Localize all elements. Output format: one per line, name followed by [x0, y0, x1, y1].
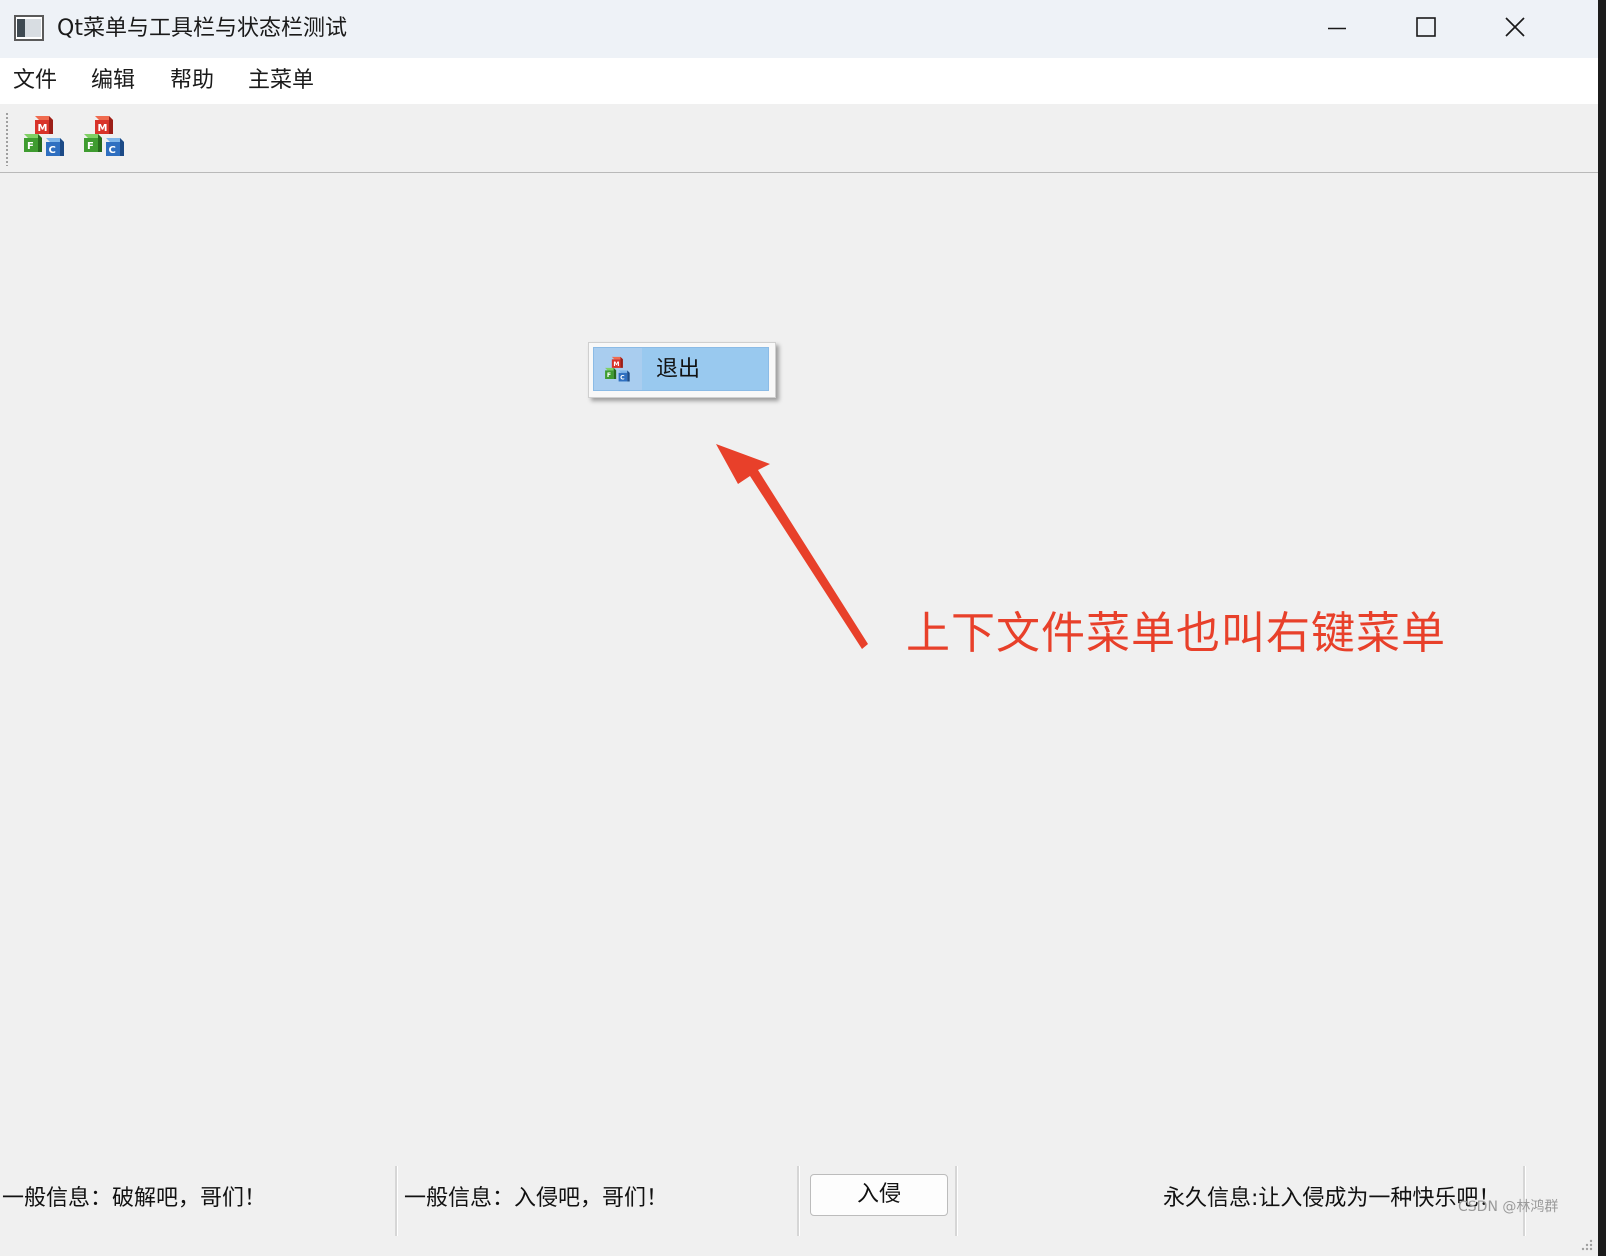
- invade-button[interactable]: 入侵: [810, 1174, 948, 1216]
- maximize-icon: [1416, 17, 1436, 37]
- svg-text:C: C: [620, 375, 625, 382]
- status-separator: [395, 1166, 398, 1236]
- central-widget[interactable]: [0, 173, 1598, 1193]
- svg-text:M: M: [613, 361, 619, 368]
- app-window-icon: [14, 15, 44, 41]
- resize-grip-icon[interactable]: [1578, 1236, 1594, 1252]
- main-window: Qt菜单与工具栏与状态栏测试 文件 编辑 帮助 主菜单 M F C M F C …: [0, 0, 1598, 1256]
- svg-text:C: C: [49, 145, 56, 156]
- status-message-1: 一般信息：破解吧，哥们！: [2, 1186, 267, 1211]
- mfc-cube-icon: M F C: [605, 356, 630, 382]
- status-separator: [955, 1166, 958, 1236]
- mfc-cube-icon: M F C: [84, 116, 124, 156]
- menu-main[interactable]: 主菜单: [248, 66, 314, 96]
- title-bar[interactable]: Qt菜单与工具栏与状态栏测试: [0, 0, 1598, 58]
- svg-text:M: M: [98, 123, 108, 134]
- mfc-cube-icon: M F C: [24, 116, 64, 156]
- status-permanent-message: 永久信息:让入侵成为一种快乐吧！: [1163, 1186, 1501, 1211]
- minimize-icon: [1328, 27, 1346, 30]
- context-menu-item-exit[interactable]: M F C 退出: [593, 347, 769, 391]
- menu-edit[interactable]: 编辑: [91, 66, 135, 96]
- svg-text:F: F: [607, 372, 611, 379]
- window-edge: [1598, 0, 1606, 1256]
- context-menu-icon-column: M F C: [594, 348, 642, 390]
- toolbar-grip-handle[interactable]: [5, 112, 9, 166]
- toolbar-button-1[interactable]: M F C: [19, 113, 71, 165]
- minimize-button[interactable]: [1293, 0, 1381, 58]
- context-menu: M F C 退出: [588, 342, 776, 398]
- status-separator: [797, 1166, 800, 1236]
- maximize-button[interactable]: [1382, 0, 1470, 58]
- svg-text:F: F: [27, 141, 34, 152]
- menu-help[interactable]: 帮助: [170, 66, 214, 96]
- window-title: Qt菜单与工具栏与状态栏测试: [57, 16, 347, 41]
- svg-text:C: C: [109, 145, 116, 156]
- svg-text:F: F: [87, 141, 94, 152]
- menu-file[interactable]: 文件: [13, 66, 57, 96]
- close-button[interactable]: [1471, 0, 1559, 58]
- close-icon: [1505, 17, 1525, 37]
- annotation-arrow-icon: [716, 444, 868, 649]
- menu-bar: 文件 编辑 帮助 主菜单: [0, 58, 1598, 104]
- watermark: CSDN @林鸿群: [1458, 1199, 1559, 1215]
- status-bar: 一般信息：破解吧，哥们！ 一般信息：入侵吧，哥们！ 入侵 永久信息:让入侵成为一…: [0, 1166, 1598, 1256]
- toolbar-button-2[interactable]: M F C: [79, 113, 131, 165]
- status-message-2: 一般信息：入侵吧，哥们！: [404, 1186, 669, 1211]
- context-menu-item-label: 退出: [656, 357, 701, 382]
- svg-text:M: M: [38, 123, 48, 134]
- toolbar: M F C M F C: [0, 106, 1598, 173]
- annotation-text: 上下文件菜单也叫右键菜单: [906, 608, 1446, 659]
